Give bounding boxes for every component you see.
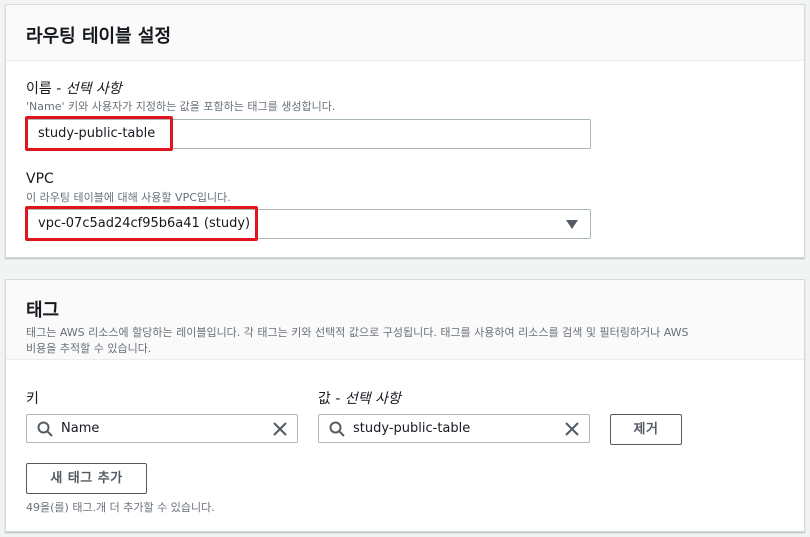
- tags-description-2: 비용을 추적할 수 있습니다.: [26, 342, 152, 355]
- vpc-select[interactable]: vpc-07c5ad24cf95b6a41 (study): [26, 209, 591, 239]
- name-description: 'Name' 키와 사용자가 지정하는 값을 포함하는 태그를 생성합니다.: [26, 100, 336, 113]
- tags-description-1: 태그는 AWS 리소스에 할당하는 레이블입니다. 각 태그는 키와 선택적 값…: [26, 326, 689, 339]
- tag-value-input[interactable]: study-public-table: [318, 414, 590, 443]
- remove-tag-button[interactable]: 제거: [610, 414, 682, 445]
- tags-header: 태그 태그는 AWS 리소스에 할당하는 레이블입니다. 각 태그는 키와 선택…: [6, 280, 804, 360]
- vpc-description: 이 라우팅 테이블에 대해 사용할 VPC입니다.: [26, 191, 231, 204]
- name-input-value: study-public-table: [38, 126, 156, 141]
- tag-value-optional: 선택 사항: [344, 391, 401, 407]
- remaining-tags-text: 49을(를) 태그.개 더 추가할 수 있습니다.: [26, 501, 215, 514]
- tag-value-label: 값 - 선택 사항: [318, 391, 401, 407]
- clear-icon[interactable]: [273, 422, 287, 440]
- search-icon: [329, 421, 345, 441]
- tag-key-value: Name: [61, 421, 100, 436]
- name-optional: 선택 사항: [65, 81, 122, 97]
- name-label: 이름 - 선택 사항: [26, 81, 122, 97]
- caret-down-icon: [566, 219, 578, 234]
- clear-icon[interactable]: [565, 422, 579, 440]
- route-table-settings-title: 라우팅 테이블 설정: [26, 26, 172, 47]
- search-icon: [37, 421, 53, 441]
- vpc-label: VPC: [26, 171, 54, 187]
- tag-key-input[interactable]: Name: [26, 414, 298, 443]
- tag-key-label: 키: [26, 391, 39, 407]
- tags-title: 태그: [26, 300, 60, 321]
- add-tag-button[interactable]: 새 태그 추가: [26, 463, 147, 494]
- route-table-settings-header: 라우팅 테이블 설정: [6, 5, 804, 61]
- tags-panel: 태그 태그는 AWS 리소스에 할당하는 레이블입니다. 각 태그는 키와 선택…: [5, 279, 805, 532]
- name-input[interactable]: study-public-table: [26, 119, 591, 149]
- route-table-settings-panel: 라우팅 테이블 설정 이름 - 선택 사항 'Name' 키와 사용자가 지정하…: [5, 4, 805, 258]
- vpc-select-value: vpc-07c5ad24cf95b6a41 (study): [38, 216, 251, 231]
- tag-value-value: study-public-table: [353, 421, 471, 436]
